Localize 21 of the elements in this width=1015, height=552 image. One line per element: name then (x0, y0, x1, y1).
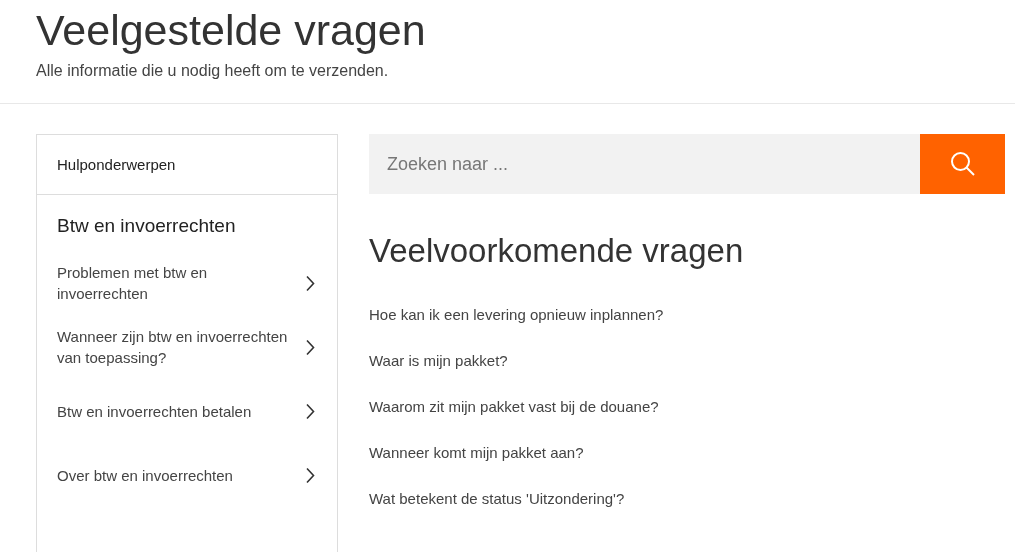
chevron-right-icon (305, 338, 315, 356)
search-field[interactable]: Zoeken naar ... (369, 134, 920, 194)
search-button[interactable] (920, 134, 1005, 194)
sidebar-heading: Hulponderwerpen (57, 156, 176, 173)
page-subtitle: Alle informatie die u nodig heeft om te verzenden. (36, 62, 389, 80)
faq-heading: Veelvoorkomende vragen (369, 232, 744, 270)
sidebar-item[interactable]: Problemen met btw en invoerrechten (57, 261, 317, 305)
sidebar-item[interactable]: Over btw en invoerrechten (57, 453, 317, 497)
sidebar-item[interactable]: Wanneer zijn btw en invoerrechten van toepassing? (57, 325, 317, 369)
search-icon (949, 151, 976, 177)
faq-link[interactable]: Waar is mijn pakket? (369, 352, 508, 369)
faq-link[interactable]: Waarom zit mijn pakket vast bij de douane? (369, 398, 659, 415)
section-title: Btw en invoerrechten (57, 215, 236, 237)
sidebar-item[interactable]: Btw en invoerrechten betalen (57, 389, 317, 433)
faq-link[interactable]: Wat betekent de status 'Uitzondering'? (369, 490, 625, 507)
faq-link[interactable]: Wanneer komt mijn pakket aan? (369, 444, 584, 461)
page-title: Veelgestelde vragen (36, 5, 426, 56)
chevron-right-icon (305, 402, 315, 420)
chevron-right-icon (305, 274, 315, 292)
chevron-right-icon (305, 466, 315, 484)
faq-link[interactable]: Hoe kan ik een levering opnieuw inplannen? (369, 306, 664, 323)
